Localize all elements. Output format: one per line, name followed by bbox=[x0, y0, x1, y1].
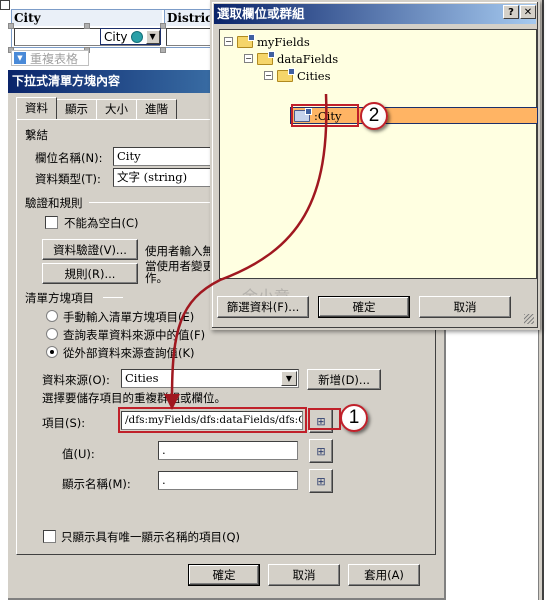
arrow-path bbox=[170, 93, 328, 399]
tab-data[interactable]: 資料 bbox=[16, 97, 57, 119]
annotation-arrow bbox=[164, 93, 328, 410]
arrowhead bbox=[164, 394, 180, 410]
